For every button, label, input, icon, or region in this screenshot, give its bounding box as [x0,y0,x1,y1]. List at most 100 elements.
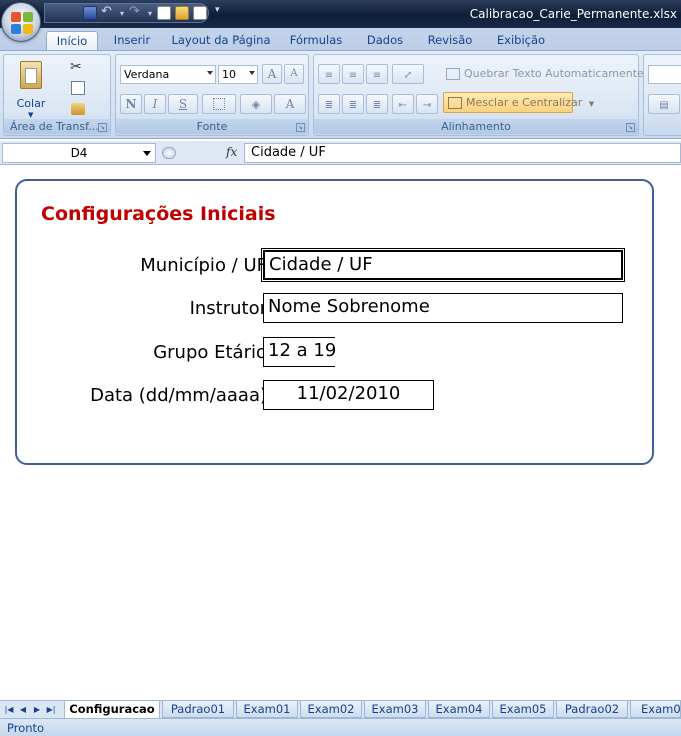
borders-button[interactable] [202,94,236,114]
paste-label: Colar [16,97,46,110]
chevron-down-icon [143,151,151,156]
ribbon-tab-bar: Início Inserir Layout da Página Fórmulas… [0,28,681,50]
sheet-tab-padrao01[interactable]: Padrao01 [162,701,234,718]
tab-formulas[interactable]: Fórmulas [282,31,350,50]
merge-icon [448,97,462,109]
cut-icon[interactable]: ✂ [70,59,82,75]
grupo-etario-field[interactable]: 12 a 19 [263,337,335,367]
paste-button[interactable]: Colar ▼ [10,59,52,119]
municipio-label: Município / UF [140,255,267,276]
fill-handle[interactable] [620,277,621,278]
merge-center-button[interactable]: Mesclar e Centralizar ▼ [443,92,594,113]
font-size-combo[interactable]: 10 [218,65,258,84]
print-preview-icon[interactable] [193,6,207,20]
align-top-button[interactable]: ≡ [318,64,340,84]
font-name-combo[interactable]: Verdana [120,65,216,84]
worksheet[interactable]: Configurações Iniciais Município / UF Ci… [0,166,681,700]
quick-access-toolbar: ↶ ▾ ↷ ▾ [44,3,209,23]
fill-bucket-icon: ◈ [251,98,261,111]
tab-layout-pagina[interactable]: Layout da Página [168,31,274,50]
grupo-etario-label: Grupo Etário [153,342,267,363]
sheet-tab-exam01[interactable]: Exam01 [236,701,298,718]
clipboard-icon [20,61,42,89]
align-top-icon: ≡ [324,70,334,81]
increase-indent-button[interactable]: ⇥ [416,94,438,114]
italic-button[interactable]: I [144,94,166,114]
alignment-launcher-icon[interactable]: ↘ [626,123,635,132]
borders-icon [213,98,225,110]
font-launcher-icon[interactable]: ↘ [296,123,305,132]
next-sheet-icon[interactable]: ▶ [32,704,42,716]
redo-dropdown-icon[interactable]: ▾ [147,9,153,18]
align-bottom-button[interactable]: ≡ [366,64,388,84]
chevron-down-icon: ▼ [588,100,595,108]
accounting-format-button[interactable]: ▤ [648,94,680,114]
bold-button[interactable]: N [120,94,142,114]
font-group: Verdana 10 A A N I S ◈ A Fonte ↘ [115,54,309,136]
fill-color-button[interactable]: ◈ [240,94,272,114]
font-name-value: Verdana [124,68,170,81]
instrutor-field[interactable]: Nome Sobrenome [263,293,623,323]
status-text: Pronto [7,721,45,735]
number-format-combo[interactable] [648,65,681,84]
font-color-button[interactable]: A [274,94,306,114]
clipboard-launcher-icon[interactable]: ↘ [98,123,107,132]
increase-indent-icon: ⇥ [422,100,432,111]
new-icon[interactable] [157,6,171,20]
first-sheet-icon[interactable]: |◀ [4,704,14,716]
undo-icon[interactable]: ↶ [101,5,115,20]
insert-function-button[interactable]: fx [226,145,237,159]
tab-revisao[interactable]: Revisão [420,31,480,50]
orientation-button[interactable]: ⤢ [392,64,424,84]
last-sheet-icon[interactable]: ▶| [46,704,56,716]
wrap-text-button[interactable]: Quebrar Texto Automaticamente [464,67,644,80]
align-left-button[interactable]: ≣ [318,94,340,114]
office-logo-icon [11,12,33,34]
tab-inicio[interactable]: Início [46,31,98,50]
data-field[interactable]: 11/02/2010 [263,380,434,410]
undo-dropdown-icon[interactable]: ▾ [119,9,125,18]
align-bottom-icon: ≡ [372,70,382,81]
name-box[interactable]: D4 [2,143,156,163]
customize-qat-button[interactable]: ▾ [215,5,220,15]
open-icon[interactable] [175,6,189,20]
shrink-font-button[interactable]: A [284,64,304,84]
save-icon[interactable] [83,6,97,20]
sheet-tab-exam06[interactable]: Exam06 [630,701,681,718]
sheet-tab-exam04[interactable]: Exam04 [428,701,490,718]
chevron-down-icon [207,71,213,75]
sheet-tab-exam02[interactable]: Exam02 [300,701,362,718]
sheet-tab-configuracao[interactable]: Configuracao [64,701,160,719]
grow-font-button[interactable]: A [262,64,282,84]
sheet-tab-exam05[interactable]: Exam05 [492,701,554,718]
align-middle-button[interactable]: ≡ [342,64,364,84]
copy-icon[interactable] [71,81,85,95]
chevron-down-icon [249,71,255,75]
title-bar: ↶ ▾ ↷ ▾ ▾ Calibracao_Carie_Permanente.xl… [0,0,681,28]
instrutor-label: Instrutor [189,298,267,319]
sheet-tab-exam03[interactable]: Exam03 [364,701,426,718]
tab-exibicao[interactable]: Exibição [490,31,552,50]
format-painter-icon[interactable] [71,103,85,115]
orientation-icon: ⤢ [403,70,413,81]
municipio-field[interactable]: Cidade / UF [261,248,625,282]
decrease-indent-icon: ⇤ [398,100,408,111]
align-center-button[interactable]: ≣ [342,94,364,114]
decrease-indent-button[interactable]: ⇤ [392,94,414,114]
redo-icon[interactable]: ↷ [129,5,143,20]
tab-inserir[interactable]: Inserir [106,31,158,50]
align-left-icon: ≣ [324,100,334,111]
formula-input[interactable]: Cidade / UF [244,143,681,163]
page-title: Configurações Iniciais [41,203,276,225]
underline-button[interactable]: S [168,94,198,114]
municipio-value: Cidade / UF [269,254,373,275]
align-right-button[interactable]: ≣ [366,94,388,114]
sheet-tab-padrao02[interactable]: Padrao02 [556,701,628,718]
formula-splitter-icon[interactable] [162,147,176,159]
prev-sheet-icon[interactable]: ◀ [18,704,28,716]
currency-icon: ▤ [659,100,669,111]
sheet-tab-bar: |◀ ◀ ▶ ▶| Configuracao Padrao01 Exam01 E… [0,700,681,719]
alignment-group-label: Alinhamento [314,119,638,134]
tab-dados[interactable]: Dados [358,31,412,50]
office-button[interactable] [1,2,41,42]
